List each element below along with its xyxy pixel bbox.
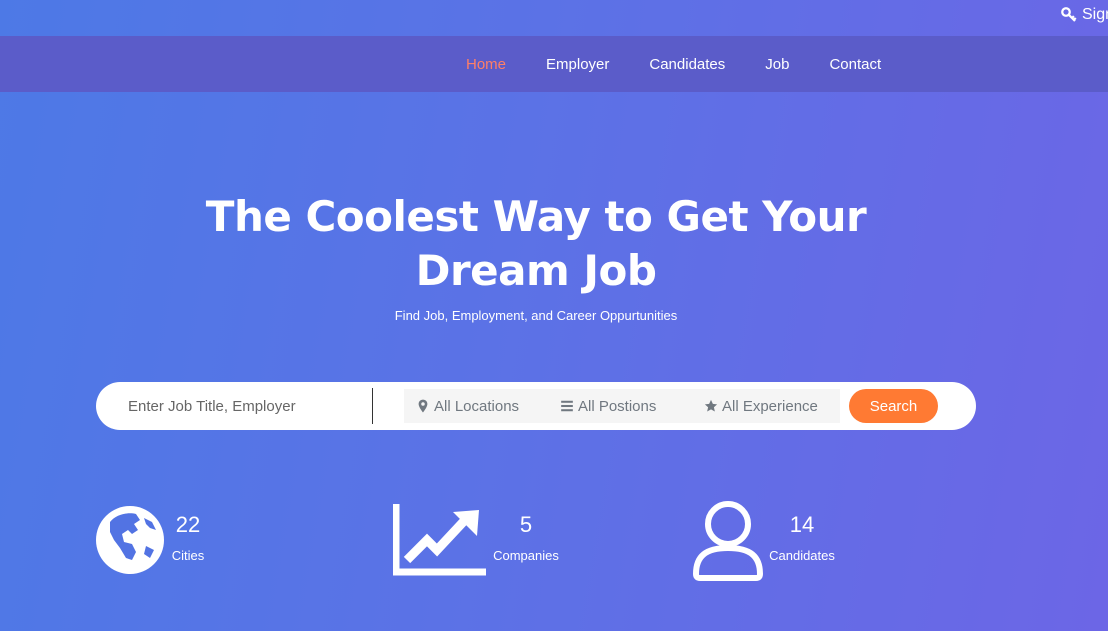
nav-candidates[interactable]: Candidates <box>629 56 745 73</box>
list-icon <box>561 400 573 412</box>
experience-filter-label: All Experience <box>722 397 818 415</box>
stat-cities-label: Cities <box>171 548 205 563</box>
hero-title-line1: The Coolest Way to Get Your <box>205 192 867 241</box>
topbar: Sign <box>0 0 1108 36</box>
hero-subtitle: Find Job, Employment, and Career Oppurtu… <box>394 308 678 323</box>
key-icon <box>1061 7 1077 22</box>
map-marker-icon <box>418 399 428 413</box>
nav-job[interactable]: Job <box>745 56 809 73</box>
nav-contact[interactable]: Contact <box>809 56 901 73</box>
search-divider <box>372 388 373 424</box>
job-search-input[interactable] <box>116 382 366 430</box>
nav-home[interactable]: Home <box>446 56 526 73</box>
signin-link[interactable]: Sign <box>1060 6 1108 24</box>
search-button[interactable]: Search <box>849 389 938 423</box>
nav-links: Home Employer Candidates Job Contact <box>446 36 901 92</box>
star-icon <box>704 399 718 412</box>
signin-label: Sign <box>1082 6 1108 23</box>
hero-title: The Coolest Way to Get Your Dream Job <box>0 190 1072 298</box>
user-icon <box>692 501 764 581</box>
stat-companies-value: 5 <box>519 512 533 537</box>
nav-employer[interactable]: Employer <box>526 56 629 73</box>
position-filter-label: All Postions <box>578 397 657 415</box>
stat-companies-label: Companies <box>493 548 559 563</box>
trend-chart-icon <box>393 504 486 576</box>
location-filter-label: All Locations <box>434 397 520 415</box>
search-bar: All Locations All Postions All Experienc… <box>96 382 976 430</box>
experience-filter[interactable]: All Experience <box>704 389 818 423</box>
stat-candidates-value: 14 <box>789 512 815 537</box>
stat-cities-value: 22 <box>175 512 201 537</box>
stat-candidates-label: Candidates <box>769 548 835 563</box>
navbar: Home Employer Candidates Job Contact <box>0 36 1108 92</box>
search-filters: All Locations All Postions All Experienc… <box>404 389 840 423</box>
location-filter[interactable]: All Locations <box>416 389 519 423</box>
hero-title-line2: Dream Job <box>415 246 657 295</box>
position-filter[interactable]: All Postions <box>560 389 656 423</box>
